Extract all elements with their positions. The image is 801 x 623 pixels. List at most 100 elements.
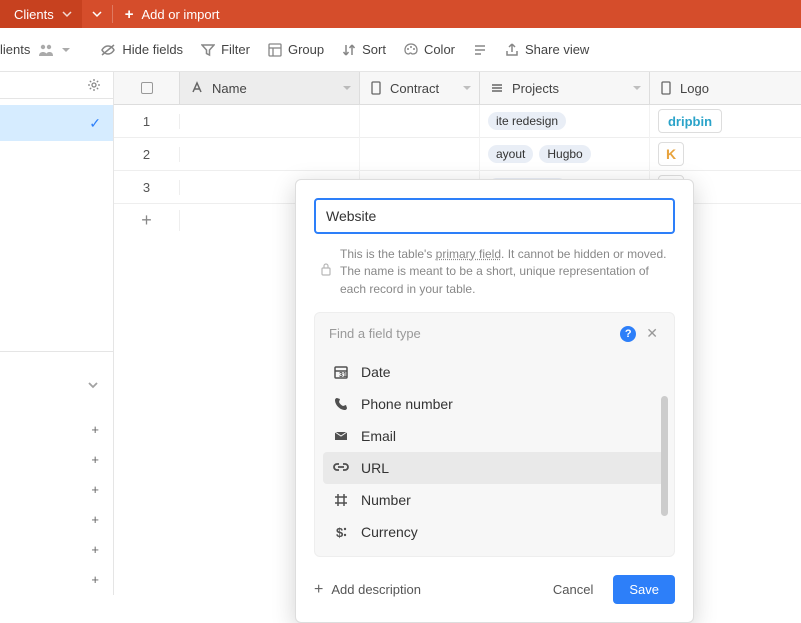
row-height-button[interactable] [473,43,487,57]
view-name: lients [0,42,30,57]
cell-contract[interactable] [360,105,480,138]
create-view-2[interactable]: + [0,444,113,474]
caret-down-icon[interactable] [633,84,641,92]
plus-icon: + [314,581,323,599]
field-type-currency[interactable]: $ Currency [323,516,666,548]
column-header-name[interactable]: Name [180,72,360,104]
help-icon[interactable]: ? [620,326,636,342]
field-type-search[interactable]: Find a field type [329,326,612,341]
cell-projects[interactable]: ayout Hugbo [480,138,650,171]
group-button[interactable]: Group [268,42,324,57]
cell-name[interactable] [180,105,360,138]
url-icon [333,460,349,476]
cell-logo[interactable]: K [650,138,780,171]
table-tab-clients[interactable]: Clients [0,0,82,28]
cell-logo[interactable]: dripbin [650,105,780,138]
field-config-modal: This is the table's primary field. It ca… [295,179,694,623]
linked-record-pill[interactable]: Hugbo [539,145,590,163]
cell-contract[interactable] [360,138,480,171]
field-type-email[interactable]: Email [323,420,666,452]
field-type-url[interactable]: URL [323,452,666,484]
close-icon[interactable]: ✕ [644,325,660,342]
field-type-label: URL [361,460,389,476]
table-row[interactable]: 2 ayout Hugbo K [114,138,801,171]
create-view-1[interactable]: + [0,414,113,444]
share-icon [505,43,519,57]
row-number: 2 [114,147,180,162]
group-icon [268,43,282,57]
caret-down-icon[interactable] [343,84,351,92]
column-header-logo[interactable]: Logo [650,72,801,104]
cancel-button[interactable]: Cancel [541,576,605,603]
field-type-list[interactable]: 31 Date Phone number Email URL [315,352,674,556]
sort-icon [342,43,356,57]
logo-thumbnail[interactable]: K [658,142,684,166]
field-type-label: Date [361,364,391,380]
create-view-5[interactable]: + [0,534,113,564]
view-switcher[interactable]: lients [0,42,82,57]
color-button[interactable]: Color [404,42,455,57]
view-item-active[interactable]: ✓ [0,105,113,141]
currency-icon: $ [333,524,349,540]
field-name-input[interactable] [314,198,675,234]
sort-label: Sort [362,42,386,57]
primary-field-link[interactable]: primary field [436,247,501,261]
row-number: 1 [114,114,180,129]
cell-projects[interactable]: ite redesign [480,105,650,138]
create-view-3[interactable]: + [0,474,113,504]
views-sidebar: ✓ + + + + + + [0,72,114,595]
add-description-button[interactable]: + Add description [314,581,421,599]
share-view-button[interactable]: Share view [505,42,589,57]
save-button[interactable]: Save [613,575,675,604]
column-header-projects[interactable]: Projects [480,72,650,104]
field-type-number[interactable]: Number [323,484,666,516]
sidebar-settings[interactable] [0,72,113,99]
field-type-phone[interactable]: Phone number [323,388,666,420]
tab-menu-button[interactable] [82,0,112,28]
color-label: Color [424,42,455,57]
field-type-label: Email [361,428,396,444]
filter-icon [201,43,215,57]
create-view-4[interactable]: + [0,504,113,534]
attachment-icon [370,81,382,95]
svg-text:$: $ [336,525,344,540]
plus-icon: + [91,452,99,467]
sidebar-collapse[interactable] [0,370,113,400]
plus-icon: + [91,482,99,497]
email-icon [333,428,349,444]
eye-off-icon [100,43,116,57]
row-number: 3 [114,180,180,195]
select-all-checkbox[interactable] [114,72,180,104]
linked-record-pill[interactable]: ite redesign [488,112,566,130]
add-or-import-button[interactable]: + Add or import [113,0,232,28]
sort-button[interactable]: Sort [342,42,386,57]
scrollbar[interactable] [661,396,668,516]
column-label: Projects [512,81,559,96]
chevron-down-icon [92,9,102,19]
column-header-contract[interactable]: Contract [360,72,480,104]
hide-fields-label: Hide fields [122,42,183,57]
table-row[interactable]: 1 ite redesign dripbin [114,105,801,138]
logo-thumbnail[interactable]: dripbin [658,109,722,133]
link-icon [490,81,504,95]
column-label: Name [212,81,247,96]
chevron-down-icon [87,379,99,391]
cell-name[interactable] [180,138,360,171]
create-view-6[interactable]: + [0,564,113,594]
linked-record-pill[interactable]: ayout [488,145,533,163]
check-icon: ✓ [89,115,101,132]
main: ✓ + + + + + + Name Contract [0,72,801,595]
add-import-label: Add or import [142,7,220,22]
text-icon [190,81,204,95]
plus-icon: + [91,572,99,587]
filter-button[interactable]: Filter [201,42,250,57]
svg-text:31: 31 [339,372,347,379]
topbar: Clients + Add or import [0,0,801,28]
row-height-icon [473,43,487,57]
divider [0,351,113,352]
primary-field-help: This is the table's primary field. It ca… [314,246,675,298]
field-type-date[interactable]: 31 Date [323,356,666,388]
caret-down-icon[interactable] [463,84,471,92]
plus-icon: + [91,542,99,557]
hide-fields-button[interactable]: Hide fields [100,42,183,57]
